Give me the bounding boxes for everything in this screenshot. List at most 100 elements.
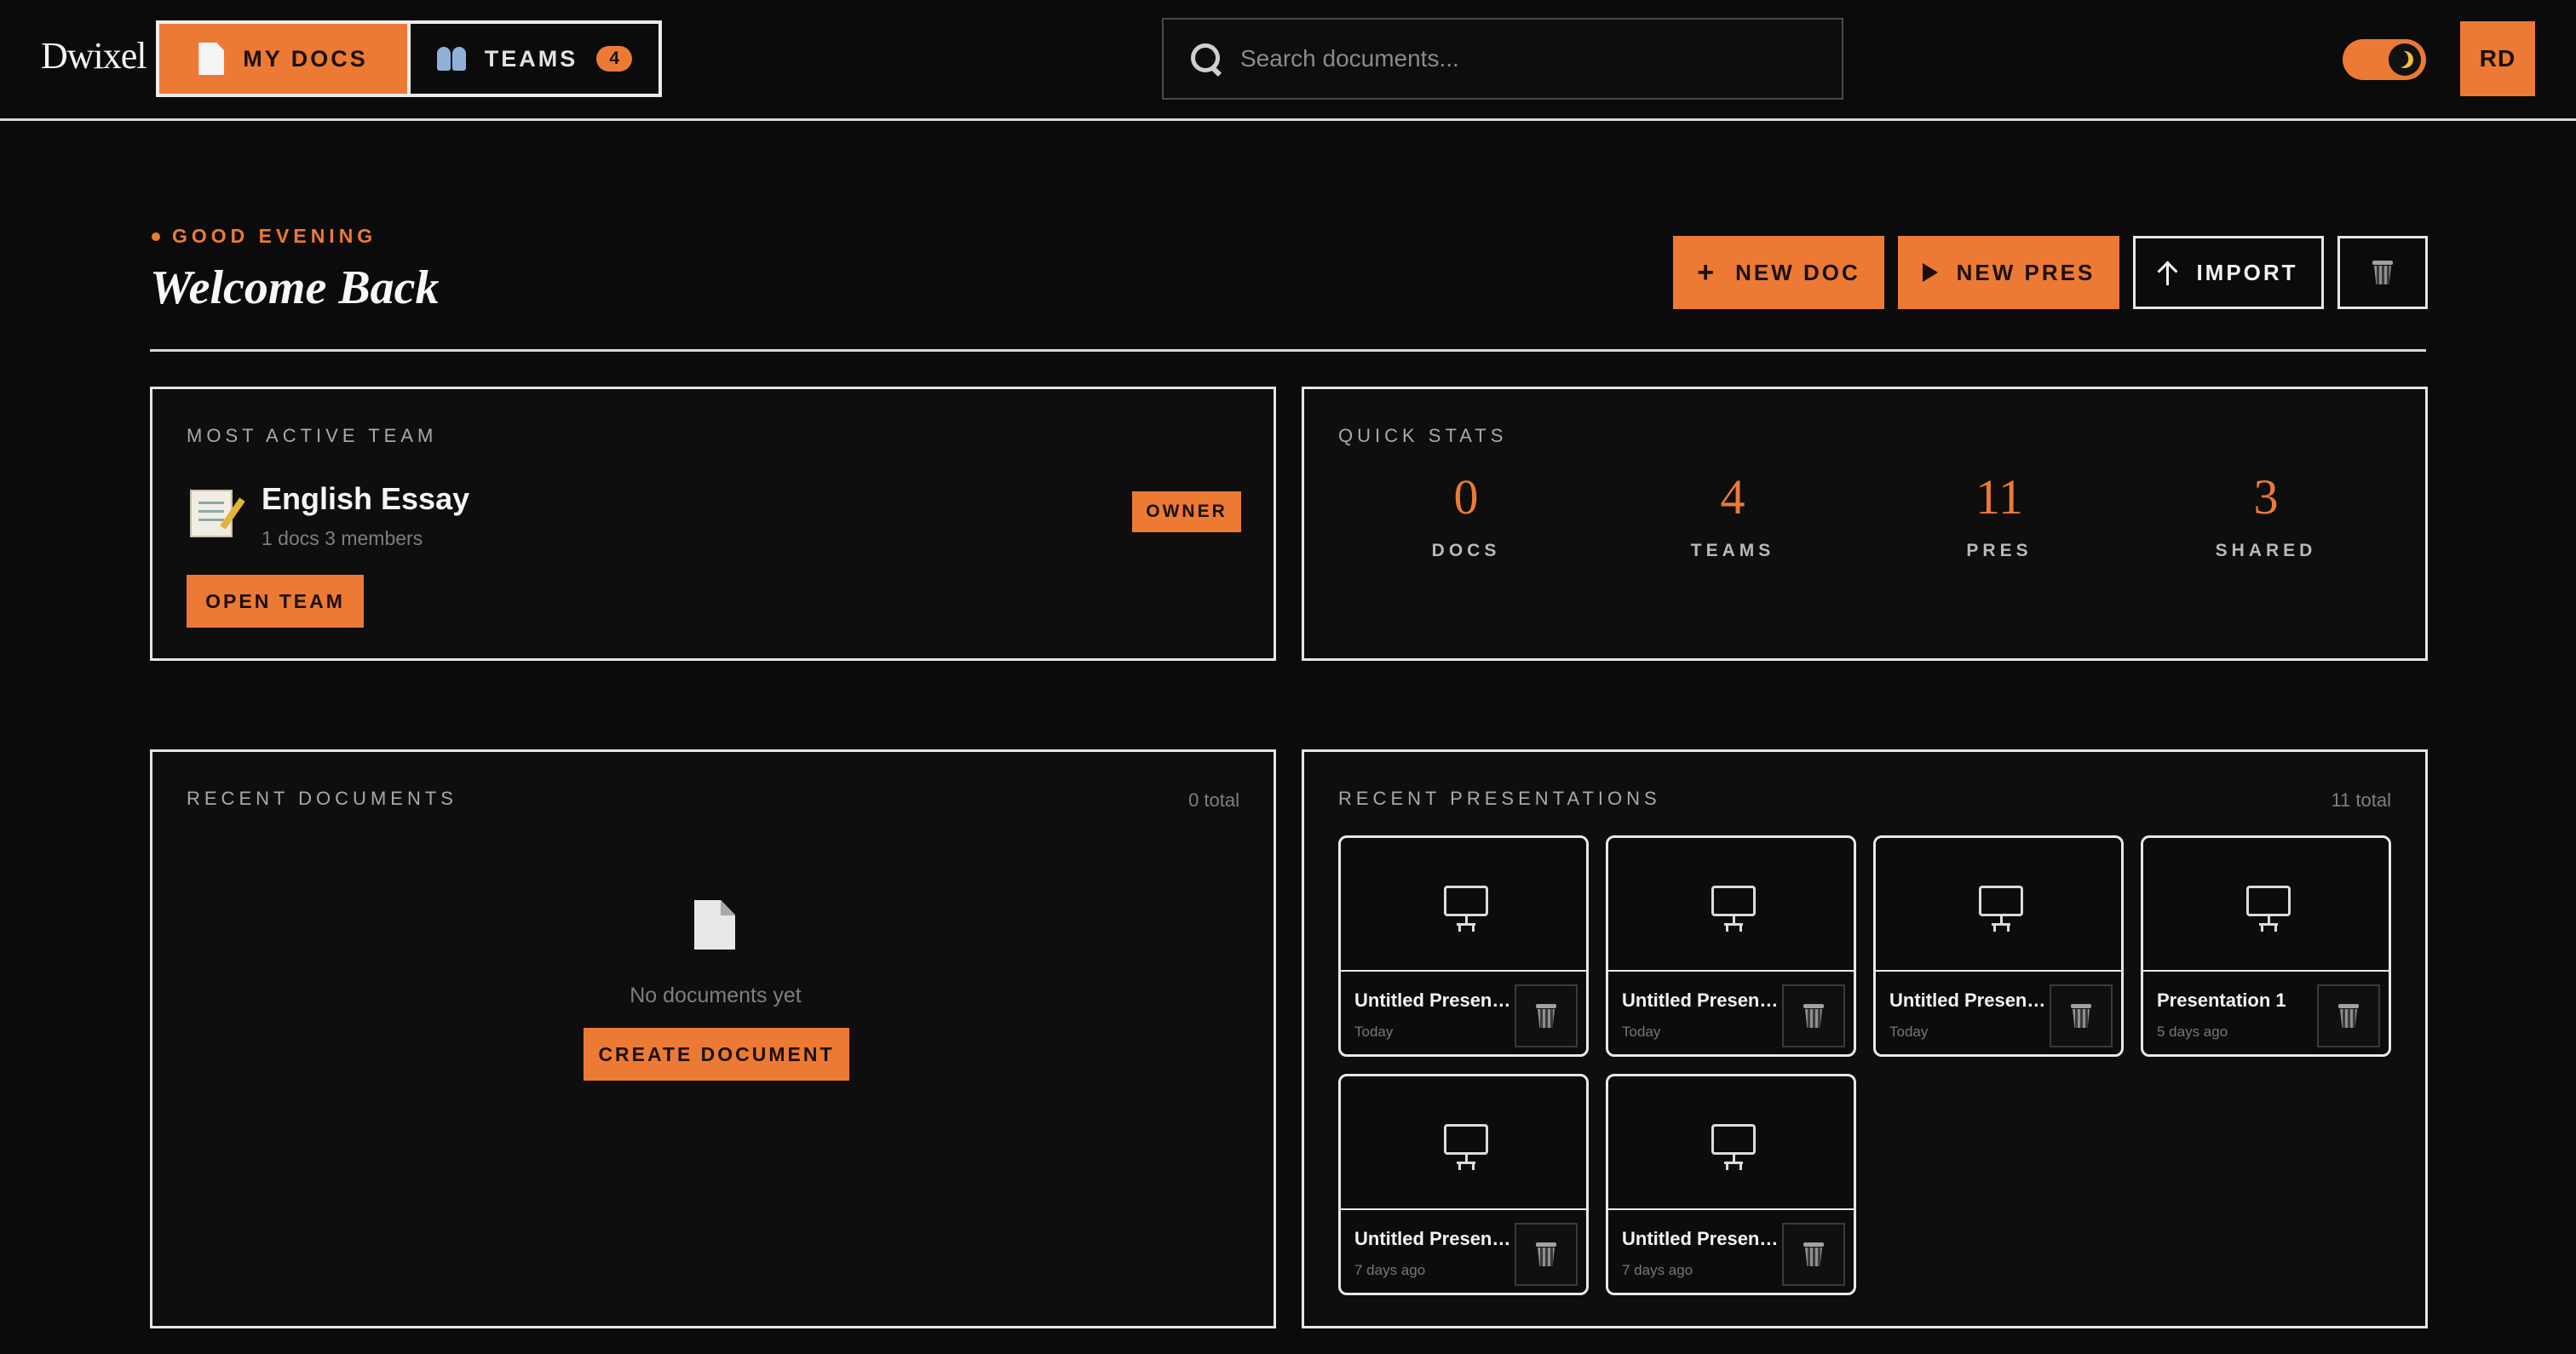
moon-icon <box>2394 49 2416 71</box>
stat-value: 11 <box>1975 469 2023 525</box>
top-bar: Dwixel MY DOCS TEAMS 4 RD <box>0 0 2576 121</box>
presentation-name: Presentation 1 <box>2157 990 2286 1011</box>
presentation-name: Untitled Presentation <box>1622 1228 1782 1249</box>
presentation-thumbnail[interactable] <box>1608 838 1854 972</box>
new-pres-button[interactable]: NEW PRES <box>1898 236 2119 309</box>
stat-label: TEAMS <box>1690 541 1775 560</box>
card-label: MOST ACTIVE TEAM <box>187 425 438 446</box>
presentation-date: 7 days ago <box>1354 1262 1426 1278</box>
theme-toggle[interactable] <box>2343 39 2426 80</box>
greeting-text: GOOD EVENING <box>172 225 377 247</box>
presentation-date: Today <box>1889 1024 1929 1040</box>
memo-icon <box>190 490 233 537</box>
stat-shared: 3 SHARED <box>2181 468 2351 561</box>
delete-presentation-button[interactable] <box>1515 1223 1578 1286</box>
presentation-thumbnail[interactable] <box>1876 838 2121 972</box>
presentation-date: 5 days ago <box>2157 1024 2228 1040</box>
new-doc-button[interactable]: + NEW DOC <box>1673 236 1884 309</box>
action-toolbar: + NEW DOC NEW PRES IMPORT <box>1673 236 2428 309</box>
stat-docs: 0 DOCS <box>1381 468 1551 561</box>
stat-label: PRES <box>1966 541 2033 560</box>
stat-label: DOCS <box>1431 541 1501 560</box>
people-icon <box>436 47 466 71</box>
presentation-thumbnail[interactable] <box>2143 838 2389 972</box>
stat-teams: 4 TEAMS <box>1647 468 1818 561</box>
upload-arrow-icon <box>2159 260 2177 285</box>
presentation-thumbnail[interactable] <box>1341 838 1586 972</box>
play-icon <box>1922 263 1938 282</box>
status-dot <box>152 232 160 241</box>
blank-document-icon <box>694 900 735 950</box>
trash-icon <box>1803 1242 1824 1266</box>
role-badge: OWNER <box>1132 491 1241 532</box>
presentation-tile[interactable]: Untitled Presentation 7 days ago <box>1606 1074 1856 1295</box>
trash-icon <box>2338 1004 2359 1028</box>
monitor-icon <box>1444 886 1488 926</box>
create-document-button[interactable]: CREATE DOCUMENT <box>584 1028 849 1081</box>
tab-teams[interactable]: TEAMS 4 <box>411 24 658 94</box>
trash-icon <box>1536 1242 1556 1266</box>
pres-count: 11 total <box>2331 789 2391 811</box>
greeting-eyebrow: GOOD EVENING <box>152 225 377 248</box>
monitor-icon <box>1444 1124 1488 1164</box>
presentation-name: Untitled Presentation <box>1889 990 2050 1011</box>
new-pres-label: NEW PRES <box>1956 259 2096 285</box>
card-label: QUICK STATS <box>1338 425 1508 446</box>
import-label: IMPORT <box>2196 259 2298 285</box>
stat-pres: 11 PRES <box>1914 468 2084 561</box>
monitor-icon <box>1711 886 1756 926</box>
trash-icon <box>2071 1004 2091 1028</box>
presentation-tile[interactable]: Untitled Presentation Today <box>1873 835 2124 1057</box>
trash-icon <box>1803 1004 1824 1028</box>
delete-presentation-button[interactable] <box>1782 984 1845 1047</box>
presentation-thumbnail[interactable] <box>1341 1076 1586 1210</box>
monitor-icon <box>1711 1124 1756 1164</box>
trash-button[interactable] <box>2337 236 2428 309</box>
recent-documents-card: RECENT DOCUMENTS 0 total No documents ye… <box>150 749 1276 1328</box>
teams-count-badge: 4 <box>596 46 633 72</box>
card-label: RECENT PRESENTATIONS <box>1338 788 1661 809</box>
most-active-team-card: MOST ACTIVE TEAM English Essay 1 docs 3 … <box>150 387 1276 661</box>
presentation-name: Untitled Presentation <box>1354 990 1515 1011</box>
new-doc-label: NEW DOC <box>1735 259 1860 285</box>
monitor-icon <box>1979 886 2023 926</box>
docs-count: 0 total <box>1188 789 1239 811</box>
team-name[interactable]: English Essay <box>262 481 469 517</box>
open-team-button[interactable]: OPEN TEAM <box>187 575 364 628</box>
presentation-thumbnail[interactable] <box>1608 1076 1854 1210</box>
trash-icon <box>2372 261 2393 284</box>
presentation-tile[interactable]: Untitled Presentation Today <box>1606 835 1856 1057</box>
presentation-date: Today <box>1622 1024 1661 1040</box>
team-meta: 1 docs 3 members <box>262 527 423 549</box>
delete-presentation-button[interactable] <box>2050 984 2113 1047</box>
presentation-tile[interactable]: Untitled Presentation 7 days ago <box>1338 1074 1589 1295</box>
user-avatar[interactable]: RD <box>2460 21 2535 96</box>
section-divider <box>150 349 2426 352</box>
app-logo[interactable]: Dwixel <box>41 34 147 77</box>
page-title: Welcome Back <box>150 261 440 314</box>
empty-state-text: No documents yet <box>630 984 802 1007</box>
monitor-icon <box>2246 886 2291 926</box>
stat-label: SHARED <box>2215 541 2317 560</box>
delete-presentation-button[interactable] <box>1515 984 1578 1047</box>
delete-presentation-button[interactable] <box>2317 984 2380 1047</box>
presentation-name: Untitled Presentation <box>1354 1228 1515 1249</box>
delete-presentation-button[interactable] <box>1782 1223 1845 1286</box>
presentation-tile[interactable]: Presentation 1 5 days ago <box>2141 835 2391 1057</box>
presentation-date: 7 days ago <box>1622 1262 1693 1278</box>
nav-tabs: MY DOCS TEAMS 4 <box>156 20 662 97</box>
presentation-name: Untitled Presentation <box>1622 990 1782 1011</box>
toggle-knob <box>2389 43 2421 76</box>
plus-icon: + <box>1697 255 1717 289</box>
presentation-tile[interactable]: Untitled Presentation Today <box>1338 835 1589 1057</box>
presentation-date: Today <box>1354 1024 1394 1040</box>
stat-value: 0 <box>1453 469 1479 525</box>
recent-presentations-card: RECENT PRESENTATIONS 11 total Untitled P… <box>1302 749 2428 1328</box>
stat-value: 4 <box>1720 469 1745 525</box>
tab-my-docs[interactable]: MY DOCS <box>159 24 411 94</box>
search-input[interactable] <box>1240 45 1820 72</box>
import-button[interactable]: IMPORT <box>2133 236 2324 309</box>
card-label: RECENT DOCUMENTS <box>187 788 457 809</box>
search-box <box>1162 18 1843 100</box>
document-icon <box>198 43 224 75</box>
